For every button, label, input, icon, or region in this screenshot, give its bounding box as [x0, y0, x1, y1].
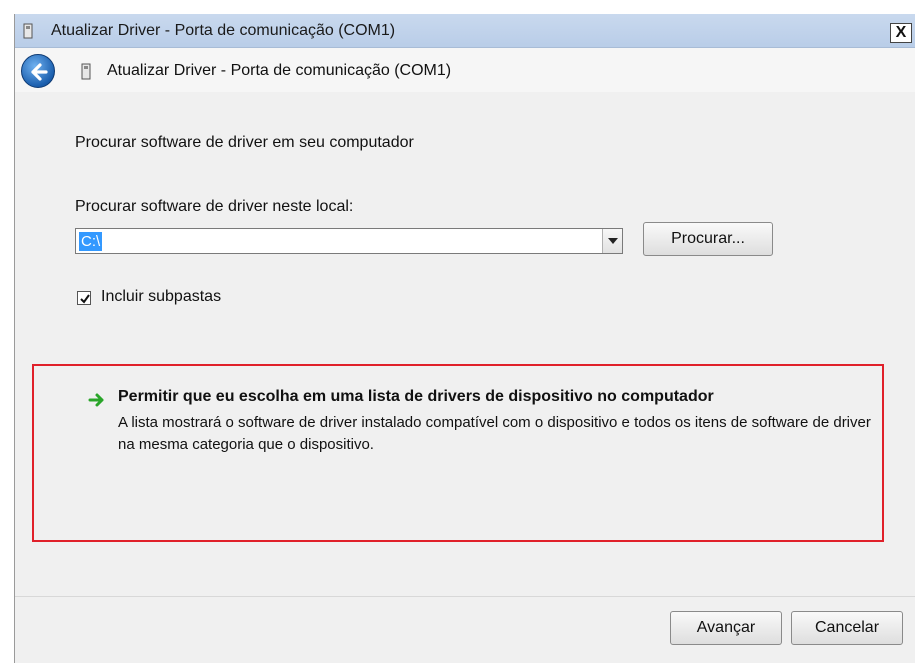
- location-value[interactable]: C:\: [79, 232, 103, 251]
- browse-button[interactable]: Procurar...: [643, 222, 773, 256]
- include-subfolders-label[interactable]: Incluir subpastas: [101, 288, 221, 306]
- include-subfolders-checkbox[interactable]: [77, 291, 91, 305]
- wizard-footer: Avançar Cancelar: [15, 596, 915, 663]
- back-arrow-icon: [31, 63, 48, 81]
- location-combobox[interactable]: C:\: [75, 228, 623, 254]
- back-button[interactable]: [21, 54, 55, 88]
- cancel-button[interactable]: Cancelar: [791, 611, 903, 645]
- page-heading: Procurar software de driver em seu compu…: [75, 134, 414, 151]
- green-arrow-icon[interactable]: [88, 392, 106, 412]
- pick-driver-description: A lista mostrará o software de driver in…: [118, 414, 871, 453]
- navigation-bar: Atualizar Driver - Porta de comunicação …: [15, 48, 915, 92]
- wizard-title: Atualizar Driver - Porta de comunicação …: [107, 62, 452, 79]
- chevron-down-icon[interactable]: [602, 229, 622, 253]
- device-icon: [81, 63, 91, 80]
- update-driver-window: Atualizar Driver - Porta de comunicação …: [14, 14, 915, 663]
- location-label: Procurar software de driver neste local:: [75, 198, 354, 215]
- window-title: Atualizar Driver - Porta de comunicação …: [51, 22, 396, 39]
- wizard-content: Procurar software de driver em seu compu…: [15, 92, 915, 596]
- title-bar[interactable]: Atualizar Driver - Porta de comunicação …: [15, 14, 915, 48]
- device-icon: [23, 23, 33, 39]
- next-button[interactable]: Avançar: [670, 611, 782, 645]
- checkmark-icon: [80, 294, 90, 304]
- pick-driver-link[interactable]: Permitir que eu escolha em uma lista de …: [118, 388, 714, 406]
- close-button[interactable]: X: [890, 23, 912, 43]
